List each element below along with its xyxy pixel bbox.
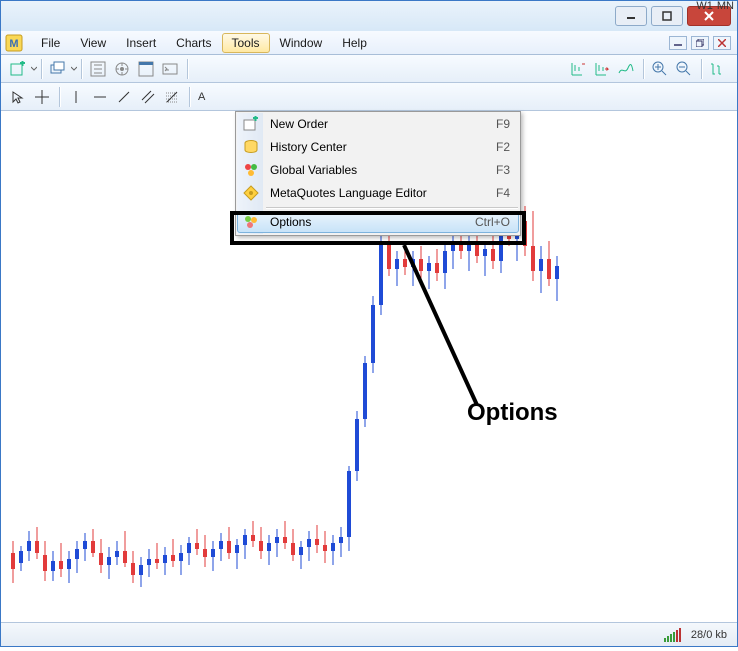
menu-file[interactable]: File xyxy=(31,33,70,53)
menu-item-shortcut: F3 xyxy=(496,163,510,177)
dropdown-arrow-icon[interactable] xyxy=(31,61,37,77)
window-titlebar xyxy=(1,1,737,31)
bar-chart-icon xyxy=(710,61,726,77)
toolbar-standard xyxy=(1,55,737,83)
indicators-icon xyxy=(618,61,634,77)
maximize-button[interactable] xyxy=(651,6,683,26)
profiles-icon xyxy=(50,61,66,77)
menu-item-global-variables[interactable]: Global Variables F3 xyxy=(238,159,518,181)
minimize-icon xyxy=(626,11,636,21)
new-chart-button[interactable] xyxy=(7,58,29,80)
timeframe-mn[interactable]: MN xyxy=(717,0,734,12)
crosshair-icon xyxy=(35,90,49,104)
fibonacci-button[interactable] xyxy=(161,86,183,108)
mdi-minimize-button[interactable] xyxy=(669,36,687,50)
toolbar-drawing: A W1 MN xyxy=(1,83,737,111)
profiles-button[interactable] xyxy=(47,58,69,80)
channel-icon xyxy=(141,90,155,104)
dropdown-arrow-icon[interactable] xyxy=(71,61,77,77)
vertical-line-button[interactable] xyxy=(65,86,87,108)
zoom-in-button[interactable] xyxy=(649,58,671,80)
cursor-button[interactable] xyxy=(7,86,29,108)
channel-button[interactable] xyxy=(137,86,159,108)
auto-scroll-icon xyxy=(594,61,610,77)
close-icon xyxy=(718,39,726,47)
zoom-out-button[interactable] xyxy=(673,58,695,80)
menu-item-shortcut: F9 xyxy=(496,117,510,131)
annotation-arrow xyxy=(399,245,489,415)
menu-insert[interactable]: Insert xyxy=(116,33,166,53)
crosshair-button[interactable] xyxy=(31,86,53,108)
data-window-icon xyxy=(138,61,154,77)
terminal-icon xyxy=(162,61,178,77)
menu-item-mql-editor[interactable]: MetaQuotes Language Editor F4 xyxy=(238,182,518,204)
menu-charts[interactable]: Charts xyxy=(166,33,221,53)
history-icon xyxy=(243,139,259,155)
menu-tools[interactable]: Tools xyxy=(222,33,270,53)
horizontal-line-icon xyxy=(93,90,107,104)
text-label-button[interactable]: A xyxy=(198,91,205,103)
chart-type-button[interactable] xyxy=(707,58,729,80)
menubar: M File View Insert Charts Tools Window H… xyxy=(1,31,737,55)
chart-shift-button[interactable] xyxy=(567,58,589,80)
cursor-icon xyxy=(11,90,25,104)
menu-item-label: New Order xyxy=(270,117,496,131)
menu-item-new-order[interactable]: New Order F9 xyxy=(238,113,518,135)
menu-help[interactable]: Help xyxy=(332,33,377,53)
timeframe-w1[interactable]: W1 xyxy=(696,0,713,12)
new-chart-icon xyxy=(10,61,26,77)
market-watch-icon xyxy=(90,61,106,77)
maximize-icon xyxy=(662,11,672,21)
data-window-button[interactable] xyxy=(135,58,157,80)
menu-item-label: Global Variables xyxy=(270,163,496,177)
mql-editor-icon xyxy=(243,185,259,201)
market-watch-button[interactable] xyxy=(87,58,109,80)
terminal-button[interactable] xyxy=(159,58,181,80)
trendline-icon xyxy=(117,90,131,104)
indicators-button[interactable] xyxy=(615,58,637,80)
mdi-restore-button[interactable] xyxy=(691,36,709,50)
fibonacci-icon xyxy=(165,90,179,104)
menu-item-label: MetaQuotes Language Editor xyxy=(270,186,496,200)
vertical-line-icon xyxy=(69,90,83,104)
navigator-button[interactable] xyxy=(111,58,133,80)
zoom-out-icon xyxy=(676,61,692,77)
minimize-button[interactable] xyxy=(615,6,647,26)
menu-item-label: History Center xyxy=(270,140,496,154)
minimize-icon xyxy=(674,39,682,47)
chart-area[interactable]: New Order F9 History Center F2 Global Va… xyxy=(1,111,737,622)
trendline-button[interactable] xyxy=(113,86,135,108)
annotation-highlight-box xyxy=(230,211,526,245)
menu-item-shortcut: F2 xyxy=(496,140,510,154)
new-order-icon xyxy=(243,116,259,132)
restore-icon xyxy=(696,39,704,47)
app-icon: M xyxy=(5,34,23,52)
annotation-label: Options xyxy=(467,399,558,427)
menu-view[interactable]: View xyxy=(70,33,116,53)
auto-scroll-button[interactable] xyxy=(591,58,613,80)
mdi-close-button[interactable] xyxy=(713,36,731,50)
horizontal-line-button[interactable] xyxy=(89,86,111,108)
navigator-icon xyxy=(114,61,130,77)
zoom-in-icon xyxy=(652,61,668,77)
global-variables-icon xyxy=(243,162,259,178)
chart-shift-icon xyxy=(570,61,586,77)
menu-window[interactable]: Window xyxy=(270,33,333,53)
svg-text:M: M xyxy=(9,38,18,50)
app-window: M File View Insert Charts Tools Window H… xyxy=(0,0,738,647)
menu-item-history-center[interactable]: History Center F2 xyxy=(238,136,518,158)
menu-item-shortcut: F4 xyxy=(496,186,510,200)
